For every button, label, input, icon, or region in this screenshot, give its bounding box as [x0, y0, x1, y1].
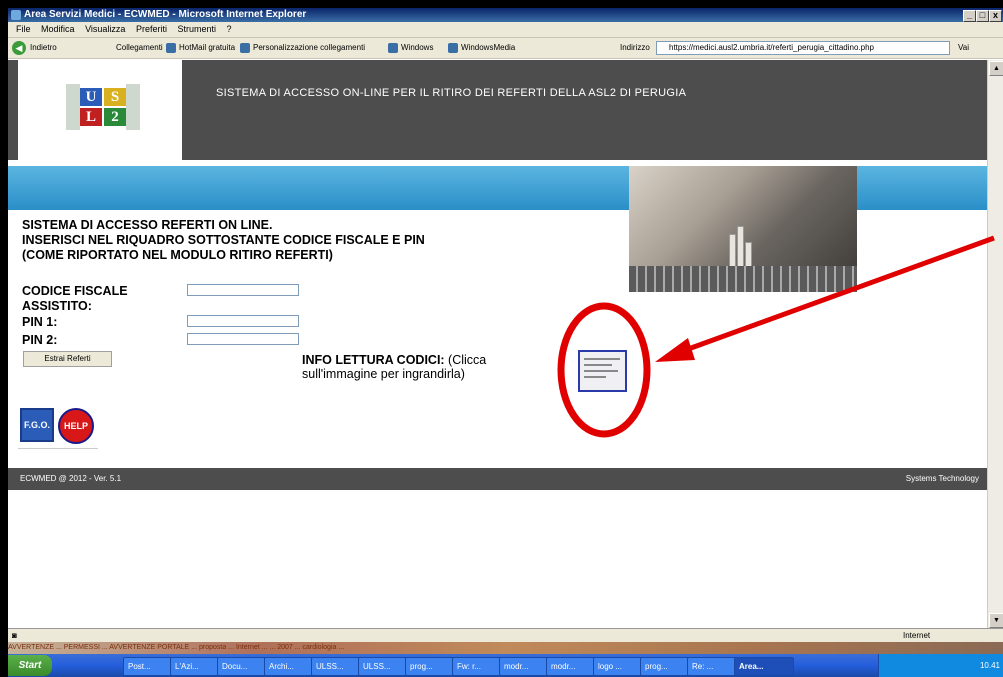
page-footer: ECWMED @ 2012 - Ver. 5.1 Systems Technol… — [8, 468, 987, 490]
task-item[interactable]: prog... — [405, 657, 455, 676]
pin2-input[interactable] — [187, 333, 299, 345]
minimize-button[interactable]: _ — [963, 10, 976, 22]
maximize-button[interactable]: □ — [976, 10, 989, 22]
menu-help[interactable]: ? — [227, 24, 232, 34]
task-item[interactable]: Re: ... — [687, 657, 737, 676]
link-personalizzazione[interactable]: Personalizzazione collegamenti — [240, 38, 365, 58]
menu-preferiti[interactable]: Preferiti — [136, 24, 167, 34]
task-item[interactable]: logo ... — [593, 657, 643, 676]
task-item[interactable]: Fw: r... — [452, 657, 502, 676]
window-title: Area Servizi Medici - ECWMED - Microsoft… — [24, 9, 307, 20]
menu-modifica[interactable]: Modifica — [41, 24, 75, 34]
ie-icon — [11, 10, 21, 20]
address-bar[interactable]: https://medici.ausl2.umbria.it/referti_p… — [656, 41, 950, 55]
intro-line-1: SISTEMA DI ACCESSO REFERTI ON LINE. — [22, 218, 273, 232]
title-bar: Area Servizi Medici - ECWMED - Microsoft… — [8, 8, 1003, 22]
task-item[interactable]: Docu... — [217, 657, 267, 676]
info-lettura-codici: INFO LETTURA CODICI: (Clicca sull'immagi… — [302, 353, 487, 381]
vertical-scrollbar[interactable]: ▲ ▼ — [987, 60, 1003, 628]
back-button[interactable]: Indietro — [30, 38, 57, 58]
link-icon — [448, 42, 458, 53]
task-item[interactable]: L'Azi... — [170, 657, 220, 676]
footer-company: Systems Technology — [905, 474, 979, 483]
start-button[interactable]: Start — [8, 655, 52, 676]
intro-line-3: (COME RIPORTATO NEL MODULO RITIRO REFERT… — [22, 248, 333, 262]
link-icon — [166, 42, 176, 53]
pin1-label: PIN 1: — [22, 315, 58, 329]
system-tray: 10.41 — [878, 654, 1003, 677]
intro-line-2: INSERISCI NEL RIQUADRO SOTTOSTANTE CODIC… — [22, 233, 425, 247]
menu-file[interactable]: File — [16, 24, 31, 34]
pin1-input[interactable] — [187, 315, 299, 327]
links-label: Collegamenti — [116, 43, 163, 52]
task-item[interactable]: Archi... — [264, 657, 314, 676]
address-label: Indirizzo — [620, 43, 650, 52]
internet-zone: Internet — [903, 631, 931, 640]
page-header: U S L 2 SISTEMA DI ACCESSO ON-LINE PER I… — [8, 60, 987, 160]
link-icon — [388, 42, 398, 53]
task-item[interactable]: ULSS... — [311, 657, 361, 676]
laboratory-photo — [629, 166, 857, 292]
header-title: SISTEMA DI ACCESSO ON-LINE PER IL RITIRO… — [216, 87, 687, 99]
bottom-icons: F.G.O. HELP — [18, 408, 98, 444]
scroll-down-icon[interactable]: ▼ — [989, 613, 1003, 628]
pin2-label: PIN 2: — [22, 333, 58, 347]
link-hotmail[interactable]: HotMail gratuita — [166, 38, 235, 58]
close-button[interactable]: x — [989, 10, 1002, 22]
task-item[interactable]: ULSS... — [358, 657, 408, 676]
toolbar: ◀ Indietro Collegamenti HotMail gratuita… — [8, 38, 1003, 59]
task-item-active[interactable]: Area... — [734, 657, 794, 676]
link-windowsmedia[interactable]: WindowsMedia — [448, 38, 515, 58]
menu-bar: File Modifica Visualizza Preferiti Strum… — [8, 22, 1003, 38]
fgo-cross-icon[interactable]: F.G.O. — [20, 408, 54, 442]
codice-fiscale-label: CODICE FISCALE ASSISTITO: — [22, 284, 128, 313]
divider — [18, 448, 98, 449]
link-icon — [240, 42, 250, 53]
taskbar: Start Post... L'Azi... Docu... Archi... … — [8, 654, 1003, 677]
page-status-icon: ◙ — [12, 631, 17, 640]
help-icon[interactable]: HELP — [58, 408, 94, 444]
clock: 10.41 — [979, 661, 1000, 670]
scroll-up-icon[interactable]: ▲ — [989, 61, 1003, 76]
task-item[interactable]: Post... — [123, 657, 173, 676]
menu-strumenti[interactable]: Strumenti — [177, 24, 216, 34]
go-button[interactable]: Vai — [958, 38, 969, 58]
footer-version: ECWMED @ 2012 - Ver. 5.1 — [20, 474, 122, 483]
back-arrow-icon[interactable]: ◀ — [12, 41, 26, 55]
background-window-strip: AVVERTENZE ... PERMESSI ... AVVERTENZE P… — [8, 642, 1003, 654]
info-codes-thumbnail[interactable] — [578, 350, 627, 392]
task-item[interactable]: prog... — [640, 657, 690, 676]
page-content: U S L 2 SISTEMA DI ACCESSO ON-LINE PER I… — [8, 60, 987, 628]
menu-visualizza[interactable]: Visualizza — [85, 24, 125, 34]
intro-text: SISTEMA DI ACCESSO REFERTI ON LINE. INSE… — [22, 218, 425, 263]
usl2-logo: U S L 2 — [18, 60, 182, 160]
status-bar: ◙ Internet — [8, 628, 1003, 643]
link-windows[interactable]: Windows — [388, 38, 433, 58]
estrai-referti-button[interactable]: Estrai Referti — [23, 351, 112, 367]
task-item[interactable]: modr... — [499, 657, 549, 676]
task-item[interactable]: modr... — [546, 657, 596, 676]
browser-window: Area Servizi Medici - ECWMED - Microsoft… — [8, 8, 1003, 677]
codice-fiscale-input[interactable] — [187, 284, 299, 296]
